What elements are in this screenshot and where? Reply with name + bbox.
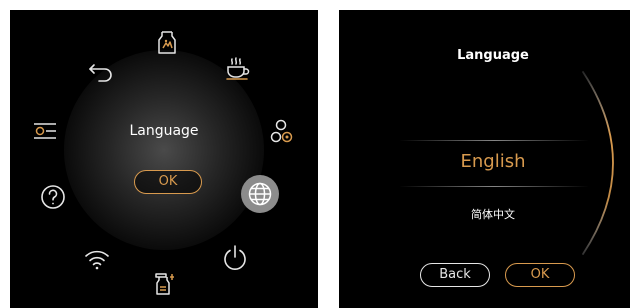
power-icon[interactable] [220, 242, 250, 272]
cleaning-icon[interactable] [150, 268, 180, 298]
back-icon[interactable] [86, 56, 116, 86]
language-option-selected[interactable]: English [339, 151, 630, 172]
ok-button[interactable]: OK [505, 263, 575, 287]
language-option[interactable]: 简体中文 [339, 206, 630, 222]
language-screen: Language English 简体中文 Back OK [339, 10, 630, 308]
screen-title: Language [457, 48, 529, 63]
main-menu-screen: Language OK [10, 10, 318, 308]
menu-selected-label: Language [129, 123, 199, 139]
help-icon[interactable] [38, 182, 68, 212]
ok-button[interactable]: OK [134, 170, 202, 194]
wifi-icon[interactable] [82, 244, 112, 274]
bean-hopper-icon[interactable] [152, 28, 182, 58]
language-icon[interactable] [245, 179, 275, 209]
coffee-cup-icon[interactable] [222, 54, 252, 84]
back-button[interactable]: Back [420, 263, 490, 287]
separator-top [399, 140, 589, 141]
separator-bottom [399, 186, 589, 187]
